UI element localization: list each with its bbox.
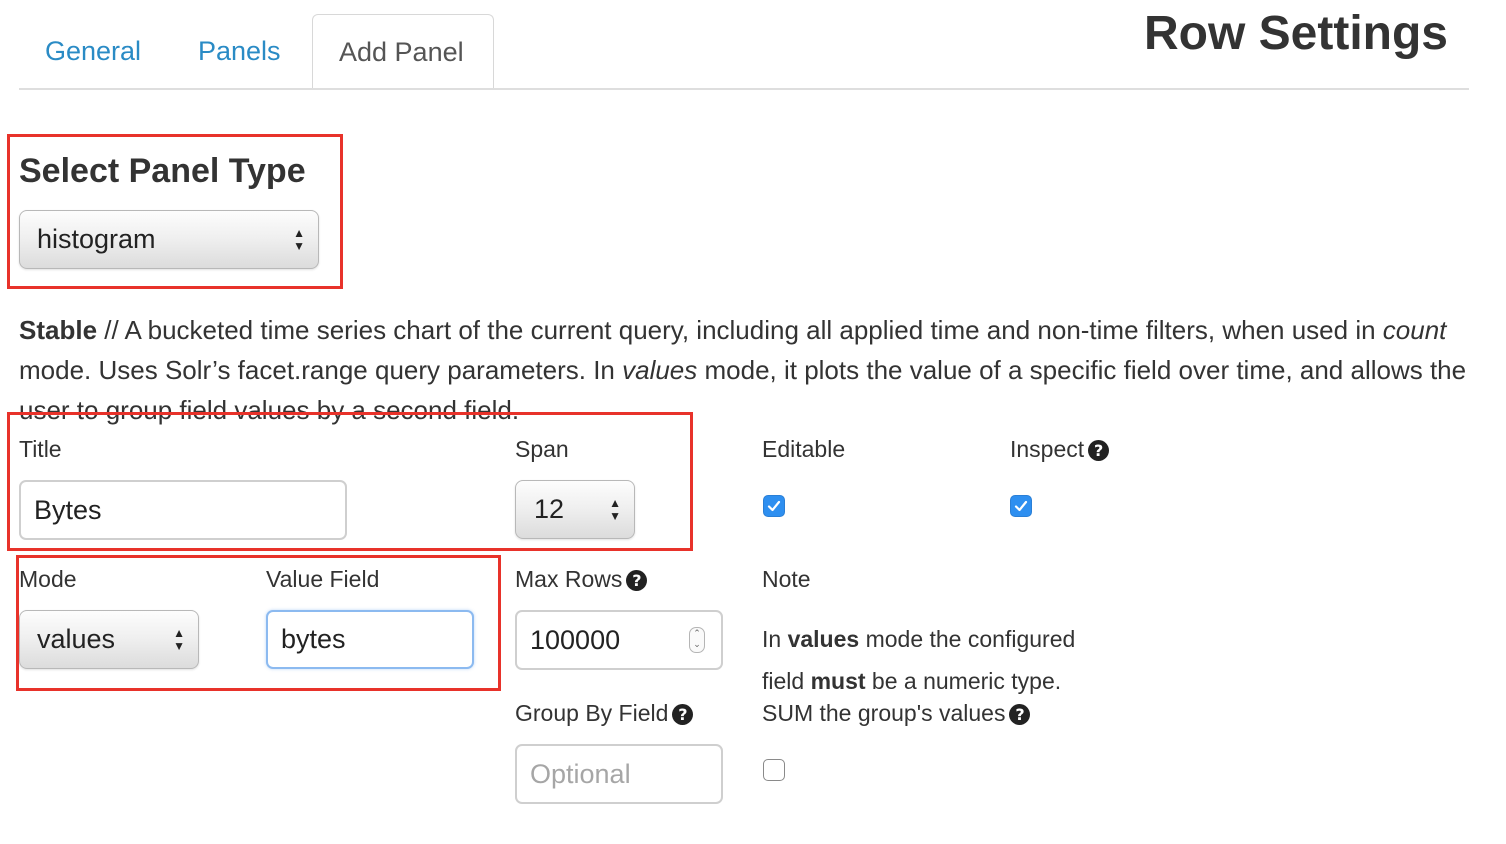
note-bold-must: must — [810, 668, 866, 694]
number-spinner-icon[interactable]: ⌃ ⌄ — [689, 627, 705, 653]
sum-group-label-text: SUM the group's values — [762, 700, 1006, 726]
page-title: Row Settings — [1143, 7, 1448, 60]
note-text-4: be a numeric type. — [865, 668, 1062, 694]
max-rows-label-text: Max Rows — [515, 566, 623, 592]
tab-panels[interactable]: Panels — [198, 14, 281, 89]
check-icon — [1014, 500, 1028, 512]
editable-label: Editable — [762, 436, 846, 462]
desc-text-2: mode. Uses Solr’s facet.range query para… — [19, 355, 623, 385]
sum-group-label: SUM the group's values? — [762, 700, 1031, 727]
note-text: In values mode the configured field must… — [762, 618, 1075, 702]
tab-divider — [19, 88, 1469, 90]
note-bold-values: values — [787, 626, 860, 652]
highlight-title-span — [7, 412, 693, 551]
note-text-1: In — [762, 626, 788, 652]
inspect-label: Inspect? — [1010, 436, 1110, 463]
group-by-placeholder: Optional — [530, 758, 631, 789]
group-by-label: Group By Field? — [515, 700, 694, 727]
tab-general[interactable]: General — [45, 14, 141, 89]
sum-group-checkbox[interactable] — [763, 759, 785, 781]
note-label: Note — [762, 566, 811, 592]
highlight-panel-type — [7, 134, 343, 289]
note-text-2: mode the configured — [859, 626, 1076, 652]
tab-add-panel[interactable]: Add Panel — [312, 14, 494, 89]
question-circle-icon[interactable]: ? — [1088, 440, 1110, 461]
group-by-label-text: Group By Field — [515, 700, 669, 726]
note-text-3: field — [762, 668, 811, 694]
stability-label: Stable — [19, 315, 98, 345]
max-rows-input[interactable]: 100000 ⌃ ⌄ — [515, 610, 723, 670]
inspect-label-text: Inspect — [1010, 436, 1085, 462]
desc-em-count: count — [1382, 315, 1447, 345]
max-rows-label: Max Rows? — [515, 566, 648, 593]
highlight-mode-value-field — [16, 555, 501, 691]
question-circle-icon[interactable]: ? — [1009, 704, 1031, 725]
max-rows-value: 100000 — [530, 624, 621, 655]
editable-checkbox[interactable] — [763, 495, 785, 517]
desc-text-1: // A bucketed time series chart of the c… — [97, 315, 1383, 345]
inspect-checkbox[interactable] — [1010, 495, 1032, 517]
question-circle-icon[interactable]: ? — [626, 570, 648, 591]
desc-em-values: values — [622, 355, 698, 385]
check-icon — [767, 500, 781, 512]
question-circle-icon[interactable]: ? — [672, 704, 694, 725]
group-by-input[interactable]: Optional — [515, 744, 723, 804]
